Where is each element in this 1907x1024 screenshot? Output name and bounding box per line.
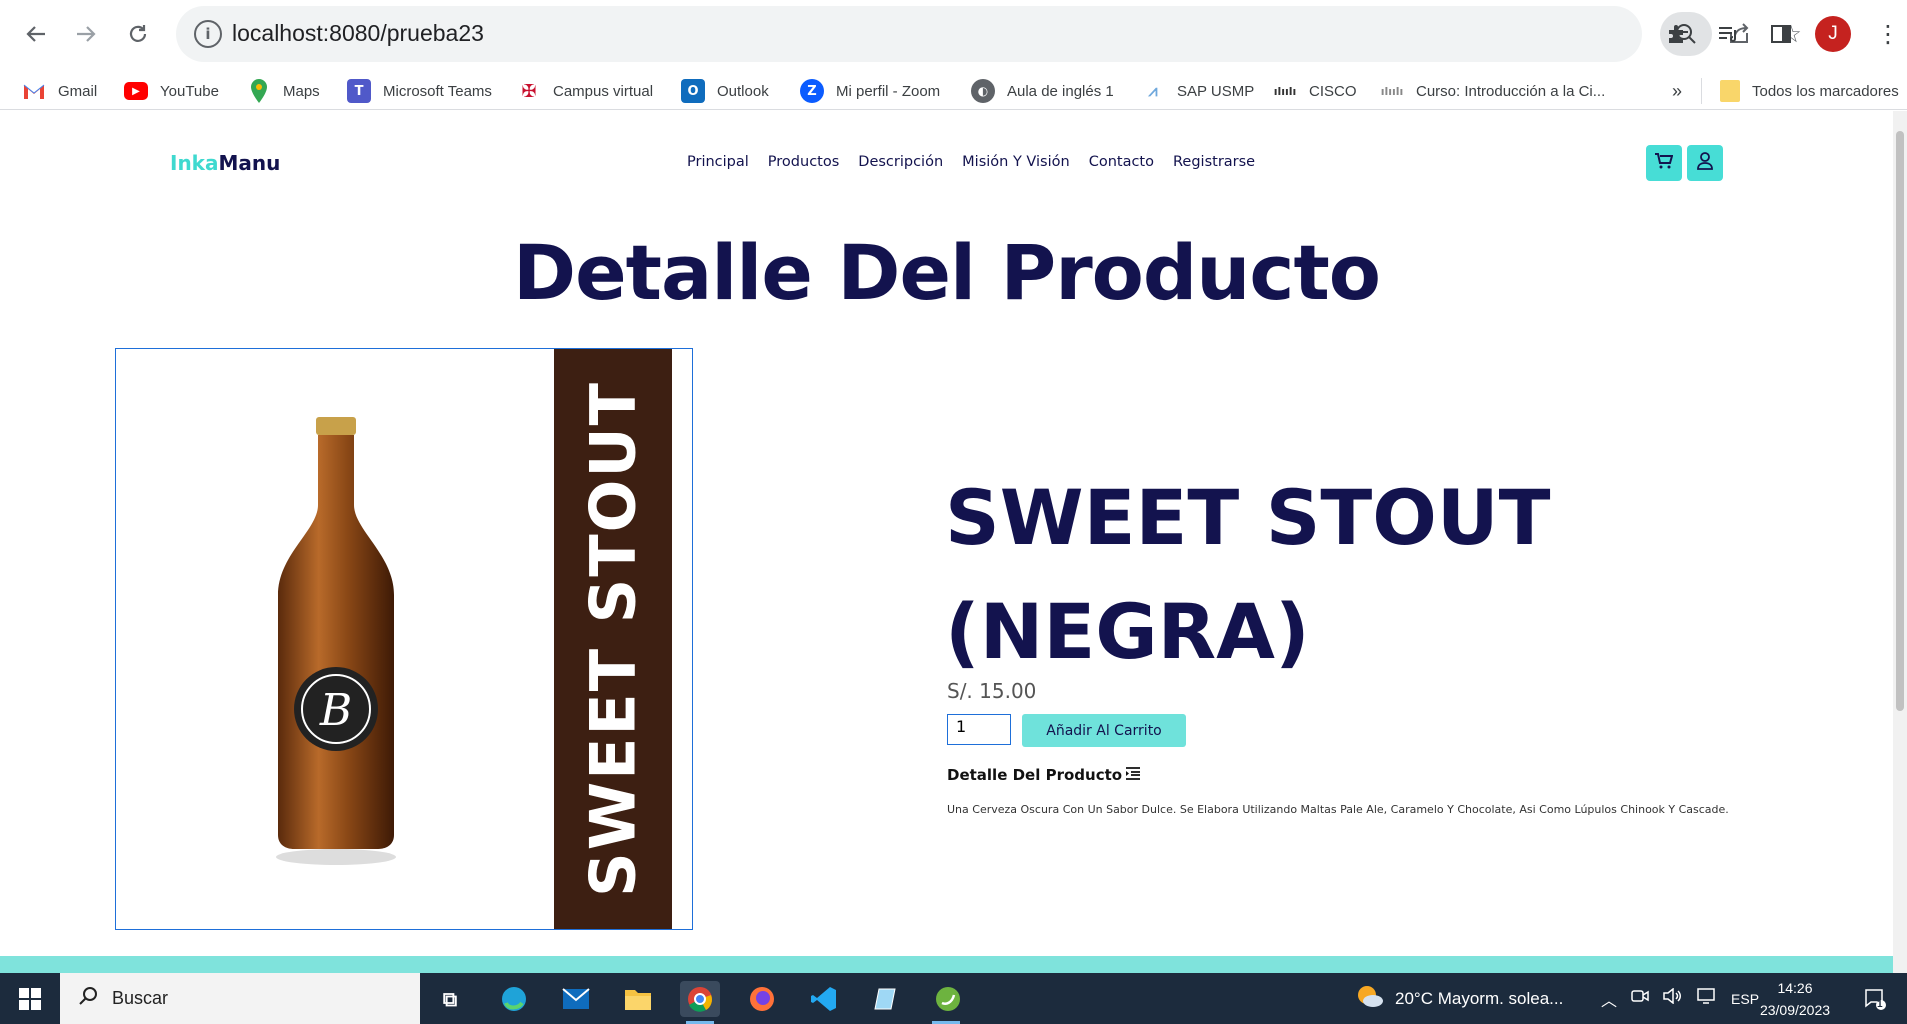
nav-contacto[interactable]: Contacto [1089, 154, 1154, 170]
task-view-icon[interactable]: ⧉ [430, 981, 470, 1017]
cart-button[interactable] [1646, 145, 1682, 181]
clock-date: 23/09/2023 [1759, 1002, 1831, 1018]
menu-kebab-icon[interactable]: ⋮ [1870, 16, 1906, 52]
product-title: SWEET STOUT (NEGRA) [945, 473, 1551, 676]
extensions-icon[interactable] [1659, 16, 1695, 52]
user-icon [1697, 151, 1713, 175]
address-bar[interactable]: i localhost:8080/prueba23 ☆ [176, 6, 1802, 62]
taskbar-clock[interactable]: 14:26 23/09/2023 [1755, 977, 1835, 1021]
firefox-icon[interactable] [742, 981, 782, 1017]
teams-icon: T [347, 79, 371, 103]
file-explorer-icon[interactable] [618, 981, 658, 1017]
bookmark-zoom[interactable]: Z Mi perfil - Zoom [800, 78, 940, 104]
bookmark-outlook[interactable]: O Outlook [681, 78, 769, 104]
bookmark-aula-ingles[interactable]: ◐ Aula de inglés 1 [971, 78, 1114, 104]
meet-now-icon[interactable] [1631, 988, 1649, 1009]
detail-heading: Detalle Del Producto [947, 766, 1141, 784]
user-button[interactable] [1687, 145, 1723, 181]
youtube-icon: ▶ [124, 82, 148, 100]
page-heading-wrap: Detalle Del Producto [0, 228, 1893, 318]
windows-start-icon[interactable] [10, 983, 50, 1015]
taskbar-search[interactable]: Buscar [60, 973, 420, 1024]
nav-mision-vision[interactable]: Misión Y Visión [962, 154, 1070, 170]
mail-icon[interactable] [556, 981, 596, 1017]
bookmark-gmail[interactable]: Gmail [22, 78, 97, 104]
partly-sunny-icon [1355, 983, 1385, 1014]
nav-principal[interactable]: Principal [687, 154, 749, 170]
spring-tools-icon[interactable] [928, 981, 968, 1017]
reading-list-icon[interactable] [1710, 16, 1746, 52]
notepad-icon[interactable] [866, 981, 906, 1017]
bookmark-sap-usmp[interactable]: ⩘ SAP USMP [1141, 78, 1254, 104]
svg-text:B: B [319, 685, 352, 736]
vscode-icon[interactable] [804, 981, 844, 1017]
reload-icon[interactable] [118, 14, 158, 54]
image-label-text: SWEET STOUT [576, 381, 650, 897]
bookmark-youtube[interactable]: ▶ YouTube [124, 78, 219, 104]
nav-registrarse[interactable]: Registrarse [1173, 154, 1255, 170]
add-to-cart-button[interactable]: Añadir Al Carrito [1022, 714, 1186, 747]
clock-time: 14:26 [1777, 980, 1813, 996]
zoom-logo-icon: Z [800, 79, 824, 103]
footer-bar [0, 956, 1893, 973]
bookmark-campus-virtual[interactable]: ✠ Campus virtual [517, 78, 653, 104]
tray-chevron-up-icon[interactable]: ︿ [1601, 987, 1617, 1011]
cisco-icon: ılıılı [1273, 84, 1297, 98]
profile-avatar[interactable]: J [1815, 16, 1851, 52]
web-page: InkaManu Principal Productos Descripción… [0, 111, 1893, 973]
product-price: S/. 15.00 [947, 679, 1037, 703]
bookmark-cisco[interactable]: ılıılı CISCO [1273, 78, 1357, 104]
maps-pin-icon [247, 79, 271, 103]
scrollbar-thumb[interactable] [1896, 131, 1904, 711]
forward-arrow-icon[interactable] [66, 14, 106, 54]
cart-icon [1655, 152, 1674, 174]
nav-productos[interactable]: Productos [768, 154, 839, 170]
bookmark-teams[interactable]: T Microsoft Teams [347, 78, 492, 104]
outlook-icon: O [681, 79, 705, 103]
notifications-button[interactable]: 1 [1863, 973, 1887, 1024]
search-icon [78, 986, 98, 1011]
sap-icon: ⩘ [1148, 81, 1158, 100]
quantity-input[interactable]: 1 [947, 714, 1011, 745]
gmail-icon [22, 79, 46, 103]
more-bookmarks-button[interactable]: » [1672, 78, 1682, 104]
page-title: Detalle Del Producto [513, 228, 1381, 317]
weather-widget[interactable]: 20°C Mayorm. solea... [1355, 973, 1563, 1024]
volume-icon[interactable] [1663, 987, 1683, 1009]
nav-descripcion[interactable]: Descripción [858, 154, 943, 170]
edge-icon[interactable] [494, 981, 534, 1017]
bookmarks-bar: Gmail ▶ YouTube Maps T Microsoft Teams ✠… [0, 70, 1907, 110]
browser-toolbar: i localhost:8080/prueba23 ☆ J ⋮ [0, 0, 1907, 66]
product-description: Una Cerveza Oscura Con Un Sabor Dulce. S… [947, 803, 1729, 816]
campus-icon: ✠ [521, 80, 537, 102]
site-navigation: Principal Productos Descripción Misión Y… [687, 154, 1255, 170]
network-icon[interactable] [1697, 988, 1717, 1009]
all-bookmarks-folder[interactable]: Todos los marcadores [1720, 78, 1899, 104]
list-indent-icon [1126, 766, 1141, 784]
system-tray: ︿ ESP [1601, 973, 1759, 1024]
bookmark-maps[interactable]: Maps [247, 78, 320, 104]
bookmark-curso-cisco[interactable]: ılıılı Curso: Introducción a la Ci... [1380, 78, 1606, 104]
site-logo[interactable]: InkaManu [170, 151, 280, 175]
chrome-icon[interactable] [680, 981, 720, 1017]
aula-icon: ◐ [971, 79, 995, 103]
site-info-icon[interactable]: i [194, 20, 222, 48]
cisco-icon: ılıılı [1380, 84, 1404, 98]
windows-taskbar: Buscar ⧉ 20°C Mayorm. solea... ︿ ESP 14:… [0, 973, 1907, 1024]
side-panel-icon[interactable] [1763, 16, 1799, 52]
back-arrow-icon[interactable] [16, 14, 56, 54]
page-scrollbar[interactable] [1893, 111, 1907, 973]
folder-icon [1720, 80, 1740, 102]
bookmarks-divider [1701, 78, 1702, 104]
notification-count: 1 [1877, 999, 1883, 1010]
url-text: localhost:8080/prueba23 [232, 20, 484, 46]
beer-bottle-illustration: B [276, 417, 396, 865]
product-image: B SWEET STOUT [115, 348, 693, 930]
notification-icon [1865, 988, 1886, 1010]
